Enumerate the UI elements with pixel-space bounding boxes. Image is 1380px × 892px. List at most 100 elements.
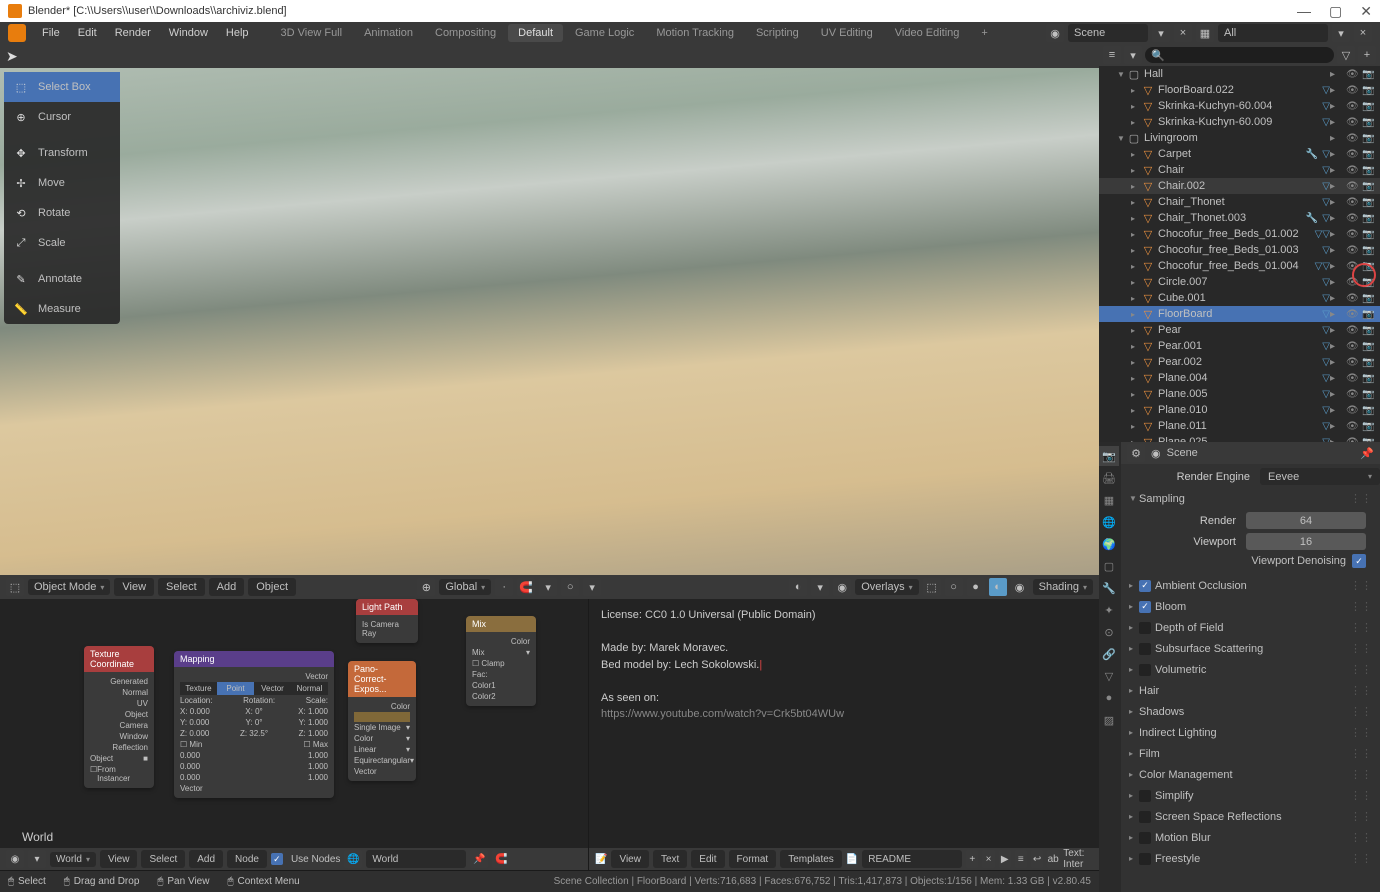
- properties-editor[interactable]: 📷 🖨 ▦ 🌐 🌍 ▢ 🔧 ✦ ⊙ 🔗 ▽ ● ▨ ⚙ ◉ Scene: [1099, 442, 1380, 892]
- tab-modifier-icon[interactable]: 🔧: [1099, 578, 1119, 598]
- exclude-icon[interactable]: ▸: [1330, 357, 1344, 368]
- tab-render-icon[interactable]: 📷: [1099, 446, 1119, 466]
- hide-viewport-icon[interactable]: 👁: [1346, 165, 1360, 176]
- exclude-icon[interactable]: ▸: [1330, 101, 1344, 112]
- hide-viewport-icon[interactable]: 👁: [1346, 229, 1360, 240]
- panel-film[interactable]: ▸Film⋮⋮: [1121, 744, 1380, 763]
- text-text-menu[interactable]: Text: [653, 850, 687, 868]
- node-mix[interactable]: Mix Color Mix▾ ☐ Clamp Fac: Color1 Color…: [466, 616, 536, 706]
- disable-render-icon[interactable]: 📷: [1362, 197, 1376, 208]
- tab-mesh-icon[interactable]: ▽: [1099, 666, 1119, 686]
- disable-render-icon[interactable]: 📷: [1362, 245, 1376, 256]
- outliner-row[interactable]: ▸▽Circle.007▽ ▸ 👁 📷: [1099, 274, 1380, 290]
- disable-render-icon[interactable]: 📷: [1362, 293, 1376, 304]
- panel-ambient-occlusion[interactable]: ▸✓Ambient Occlusion⋮⋮: [1121, 576, 1380, 595]
- outliner-row[interactable]: ▸▽Pear.001▽ ▸ 👁 📷: [1099, 338, 1380, 354]
- editor-type-props-icon[interactable]: ⚙: [1127, 444, 1145, 462]
- disable-render-icon[interactable]: 📷: [1362, 309, 1376, 320]
- disable-render-icon[interactable]: 📷: [1362, 69, 1376, 80]
- workspace-gamelogic[interactable]: Game Logic: [565, 24, 644, 42]
- hide-viewport-icon[interactable]: 👁: [1346, 197, 1360, 208]
- exclude-icon[interactable]: ▸: [1330, 149, 1344, 160]
- outliner-row[interactable]: ▸▽Cube.001▽ ▸ 👁 📷: [1099, 290, 1380, 306]
- exclude-icon[interactable]: ▸: [1330, 405, 1344, 416]
- tab-viewlayer-icon[interactable]: ▦: [1099, 490, 1119, 510]
- shade-wireframe-icon[interactable]: ○: [945, 578, 963, 596]
- panel-bloom[interactable]: ▸✓Bloom⋮⋮: [1121, 597, 1380, 616]
- disable-render-icon[interactable]: 📷: [1362, 117, 1376, 128]
- disable-render-icon[interactable]: 📷: [1362, 229, 1376, 240]
- expand-icon[interactable]: ▸: [1131, 150, 1141, 159]
- world-name-field[interactable]: World: [366, 850, 466, 868]
- menu-edit[interactable]: Edit: [70, 25, 105, 41]
- panel-check[interactable]: [1139, 664, 1151, 676]
- outliner-row[interactable]: ▸▽Pear▽ ▸ 👁 📷: [1099, 322, 1380, 338]
- text-templates-menu[interactable]: Templates: [780, 850, 842, 868]
- world-dropdown[interactable]: World ▾: [50, 852, 96, 867]
- hide-viewport-icon[interactable]: 👁: [1346, 309, 1360, 320]
- hide-viewport-icon[interactable]: 👁: [1346, 117, 1360, 128]
- outliner-row[interactable]: ▸▽FloorBoard.022▽ ▸ 👁 📷: [1099, 82, 1380, 98]
- node-texcoord[interactable]: Texture Coordinate Generated Normal UV O…: [84, 646, 154, 788]
- minimize-button[interactable]: ―: [1297, 3, 1311, 20]
- maximize-button[interactable]: ▢: [1329, 3, 1342, 20]
- gizmo-icon[interactable]: ◐: [789, 578, 807, 596]
- panel-sampling[interactable]: ▼ Sampling ⋮⋮: [1121, 489, 1380, 508]
- outliner-row[interactable]: ▸▽Skrinka-Kuchyn-60.009▽ ▸ 👁 📷: [1099, 114, 1380, 130]
- expand-icon[interactable]: ▼: [1117, 134, 1127, 143]
- hide-viewport-icon[interactable]: 👁: [1346, 277, 1360, 288]
- outliner-row[interactable]: ▸▽Plane.011▽ ▸ 👁 📷: [1099, 418, 1380, 434]
- panel-shadows[interactable]: ▸Shadows⋮⋮: [1121, 702, 1380, 721]
- hide-viewport-icon[interactable]: 👁: [1346, 421, 1360, 432]
- menu-render[interactable]: Render: [107, 25, 159, 41]
- tab-physics-icon[interactable]: ⊙: [1099, 622, 1119, 642]
- hide-viewport-icon[interactable]: 👁: [1346, 101, 1360, 112]
- outliner-row[interactable]: ▸▽Carpet🔧▽ ▸ 👁 📷: [1099, 146, 1380, 162]
- outliner-row[interactable]: ▸▽Chair_Thonet▽ ▸ 👁 📷: [1099, 194, 1380, 210]
- exclude-icon[interactable]: ▸: [1330, 293, 1344, 304]
- shade-rendered-icon[interactable]: ◉: [1011, 578, 1029, 596]
- workspace-compositing[interactable]: Compositing: [425, 24, 506, 42]
- proportional-icon[interactable]: ○: [561, 578, 579, 596]
- tab-texture-icon[interactable]: ▨: [1099, 710, 1119, 730]
- exclude-icon[interactable]: ▸: [1330, 245, 1344, 256]
- expand-icon[interactable]: ▸: [1131, 182, 1141, 191]
- hide-viewport-icon[interactable]: 👁: [1346, 149, 1360, 160]
- viewlayer-icon[interactable]: ▦: [1196, 24, 1214, 42]
- tab-constraint-icon[interactable]: 🔗: [1099, 644, 1119, 664]
- disable-render-icon[interactable]: 📷: [1362, 357, 1376, 368]
- outliner-row[interactable]: ▸▽Chair_Thonet.003🔧▽ ▸ 👁 📷: [1099, 210, 1380, 226]
- tab-particle-icon[interactable]: ✦: [1099, 600, 1119, 620]
- node-node-menu[interactable]: Node: [227, 850, 267, 868]
- exclude-icon[interactable]: ▸: [1330, 165, 1344, 176]
- linenum-icon[interactable]: ≡: [1015, 850, 1027, 868]
- exclude-icon[interactable]: ▸: [1330, 117, 1344, 128]
- display-mode-icon[interactable]: ▾: [1124, 46, 1142, 64]
- blender-logo-icon[interactable]: [8, 24, 26, 42]
- outliner-row[interactable]: ▸▽Chair▽ ▸ 👁 📷: [1099, 162, 1380, 178]
- hide-viewport-icon[interactable]: 👁: [1346, 293, 1360, 304]
- hide-viewport-icon[interactable]: 👁: [1346, 261, 1360, 272]
- scene-icon[interactable]: ◉: [1046, 24, 1064, 42]
- panel-simplify[interactable]: ▸Simplify⋮⋮: [1121, 786, 1380, 805]
- shader-type-icon[interactable]: ▾: [28, 850, 46, 868]
- hide-viewport-icon[interactable]: 👁: [1346, 181, 1360, 192]
- disable-render-icon[interactable]: 📷: [1362, 389, 1376, 400]
- pin-props-icon[interactable]: 📌: [1360, 447, 1374, 460]
- disable-render-icon[interactable]: 📷: [1362, 85, 1376, 96]
- gizmo-drop-icon[interactable]: ▾: [811, 578, 829, 596]
- hide-viewport-icon[interactable]: 👁: [1346, 213, 1360, 224]
- workspace-motiontracking[interactable]: Motion Tracking: [646, 24, 744, 42]
- expand-icon[interactable]: ▸: [1131, 390, 1141, 399]
- tool-measure[interactable]: 📏Measure: [4, 294, 120, 324]
- workspace-uvediting[interactable]: UV Editing: [811, 24, 883, 42]
- outliner-row[interactable]: ▸▽Plane.010▽ ▸ 👁 📷: [1099, 402, 1380, 418]
- view-menu[interactable]: View: [114, 578, 154, 596]
- menu-window[interactable]: Window: [161, 25, 216, 41]
- viewlayer-close-icon[interactable]: ×: [1354, 24, 1372, 42]
- overlays-dropdown[interactable]: Overlays ▾: [855, 579, 918, 595]
- expand-icon[interactable]: ▸: [1131, 86, 1141, 95]
- outliner-row[interactable]: ▸▽Chocofur_free_Beds_01.002▽▽ ▸ 👁 📷: [1099, 226, 1380, 242]
- exclude-icon[interactable]: ▸: [1330, 389, 1344, 400]
- text-close-icon[interactable]: ×: [982, 850, 994, 868]
